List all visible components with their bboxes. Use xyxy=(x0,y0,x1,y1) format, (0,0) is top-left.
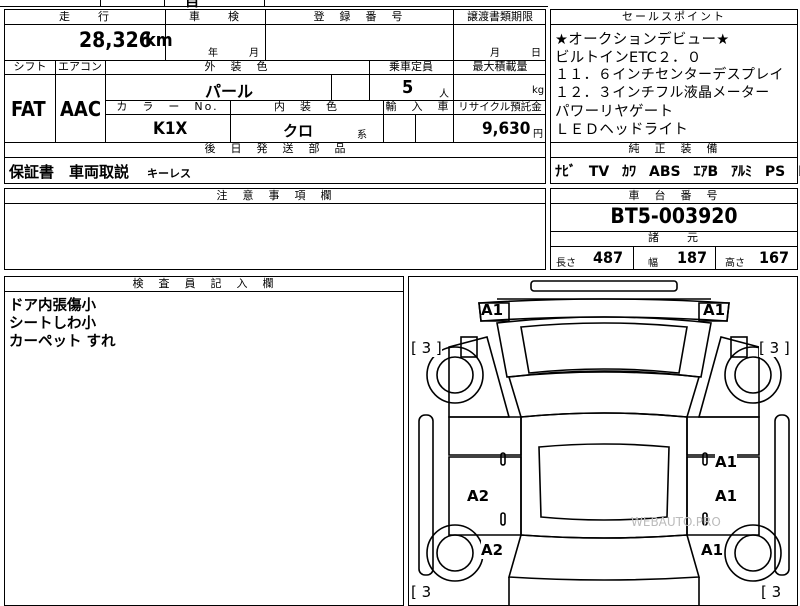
header-chassis-no: 車 台 番 号 xyxy=(628,189,720,202)
exterior-color-value: パール xyxy=(205,82,254,101)
damage-front-right: A1 xyxy=(703,301,726,319)
damage-right-rear-fender: A1 xyxy=(701,541,724,559)
header-import: 輸 入 車 xyxy=(385,100,451,113)
shift-value: FAT xyxy=(11,97,46,121)
sill-left xyxy=(418,414,434,576)
equipment-leather: ｶﾜ xyxy=(622,164,637,180)
equipment-nav: ﾅﾋﾞ xyxy=(555,164,576,180)
roof-inner xyxy=(538,443,670,521)
capacity-unit: 人 xyxy=(439,89,449,100)
header-capacity: 乗車定員 xyxy=(389,60,433,73)
header-inspector-notes: 検 査 員 記 入 欄 xyxy=(132,277,276,290)
tire-grade-rear-right: [ 3 xyxy=(761,583,782,601)
tire-rear-left xyxy=(426,524,484,582)
equipment-alloy: ｱﾙﾐ xyxy=(731,164,753,180)
equipment-list: ﾅﾋﾞ TV ｶﾜ ABS ｴｱB ｱﾙﾐ PS PW xyxy=(555,161,800,181)
rear-pillars xyxy=(508,577,700,605)
hood-inner xyxy=(520,322,688,374)
header-interior-color: 内 装 色 xyxy=(274,100,339,113)
sill-right xyxy=(774,414,790,576)
interior-color-value: クロ xyxy=(283,122,314,140)
header-specs: 諸 元 xyxy=(648,231,700,244)
mileage-unit: km xyxy=(145,30,173,51)
chassis-box: 車 台 番 号 BT5-003920 諸 元 長さ 487 幅 187 高さ 1… xyxy=(550,188,798,270)
front-grille-bar xyxy=(530,280,678,292)
later-parts-extra: キーレス xyxy=(147,167,191,180)
watermark: WEBAUTO.PRO xyxy=(631,515,721,529)
height-value: 167 xyxy=(759,248,790,267)
header-notes: 注 意 事 項 欄 xyxy=(216,189,334,202)
later-parts-value: 保証書 車両取説 xyxy=(9,163,130,181)
sales-point-6: ＬＥＤヘッドライト xyxy=(555,122,689,138)
recycle-fee-unit: 円 xyxy=(533,129,543,140)
header-inspection: 車 検 xyxy=(189,10,241,23)
length-value: 487 xyxy=(593,248,624,267)
front-fender-right xyxy=(697,336,760,418)
tire-grade-front-right: [ 3 ] xyxy=(759,339,790,357)
aircon-value: AAC xyxy=(60,97,102,121)
header-later-parts: 後 日 発 送 部 品 xyxy=(204,142,348,155)
tire-grade-front-left: [ 3 ] xyxy=(411,339,442,357)
damage-left-rear-fender: A2 xyxy=(481,541,504,559)
equipment-tv: TV xyxy=(588,164,610,180)
rear-window xyxy=(507,534,701,581)
damage-left-rear-door: A2 xyxy=(467,487,490,505)
car-diagram xyxy=(418,280,790,605)
front-door-right-upper xyxy=(686,416,760,456)
car-diagram-box: A1 A1 [ 3 ] [ 3 ] A1 A2 A1 A2 A1 [ 3 [ 3… xyxy=(408,276,798,606)
header-color-no: カ ラ ー No. xyxy=(116,100,219,113)
damage-front-left: A1 xyxy=(481,301,504,319)
mileage-value: 28,326 xyxy=(79,28,152,52)
color-no-value: K1X xyxy=(153,119,188,139)
transfer-day-unit: 日 xyxy=(531,48,541,59)
interior-color-suffix: 系 xyxy=(357,130,367,141)
width-value: 187 xyxy=(677,248,708,267)
main-info-table: 走 行 車 検 登 録 番 号 譲渡書類期限 28,326 km 年 月 月 日… xyxy=(4,9,546,184)
front-door-left-upper xyxy=(448,416,522,456)
inspector-notes-box: 検 査 員 記 入 欄 ドア内張傷小 シートしわ小 カーペット すれ xyxy=(4,276,404,606)
top-row: 自 xyxy=(0,0,548,10)
recycle-fee-value: 9,630 xyxy=(482,119,531,139)
inspection-year-unit: 年 xyxy=(208,48,218,59)
door-handle-rl xyxy=(500,512,506,526)
front-fender-left xyxy=(448,336,511,418)
damage-right-rear-door: A1 xyxy=(715,487,738,505)
damage-right-front-door: A1 xyxy=(715,453,738,471)
inspection-month-unit: 月 xyxy=(249,48,259,59)
sales-point-3: １１．６インチセンターデスプレイ xyxy=(555,67,784,83)
sales-points-box: セールスポイント ★オークションデビュー★ ビルトインETC２．０ １１．６イン… xyxy=(550,9,800,184)
header-genuine-equipment: 純 正 装 備 xyxy=(628,142,720,155)
header-mileage: 走 行 xyxy=(59,10,111,23)
sales-point-4: １２．３インチフル液晶メーター xyxy=(555,85,770,101)
equipment-ps: PS xyxy=(764,164,786,180)
header-aircon: エアコン xyxy=(58,60,102,73)
height-label: 高さ xyxy=(725,258,745,269)
equipment-airbag: ｴｱB xyxy=(693,164,719,180)
header-registration: 登 録 番 号 xyxy=(313,10,405,23)
header-recycle: リサイクル預託金 xyxy=(458,101,542,113)
tire-rear-right xyxy=(724,524,782,582)
max-load-unit: kg xyxy=(532,85,545,96)
tire-grade-rear-left: [ 3 xyxy=(411,583,432,601)
header-shift: シフト xyxy=(13,60,47,73)
header-transfer-deadline: 譲渡書類期限 xyxy=(467,10,533,23)
transfer-month-unit: 月 xyxy=(490,48,500,59)
notes-box: 注 意 事 項 欄 xyxy=(4,188,546,270)
chassis-no-value: BT5-003920 xyxy=(610,204,738,228)
capacity-value: 5 xyxy=(402,77,414,98)
header-max-load: 最大積載量 xyxy=(472,60,528,73)
windshield xyxy=(507,370,701,418)
length-label: 長さ xyxy=(556,258,576,269)
inspector-note-3: カーペット すれ xyxy=(9,334,116,350)
equipment-abs: ABS xyxy=(649,164,681,180)
header-exterior-color: 外 装 色 xyxy=(204,60,270,73)
width-label: 幅 xyxy=(648,258,658,269)
header-sales-points: セールスポイント xyxy=(622,10,726,23)
